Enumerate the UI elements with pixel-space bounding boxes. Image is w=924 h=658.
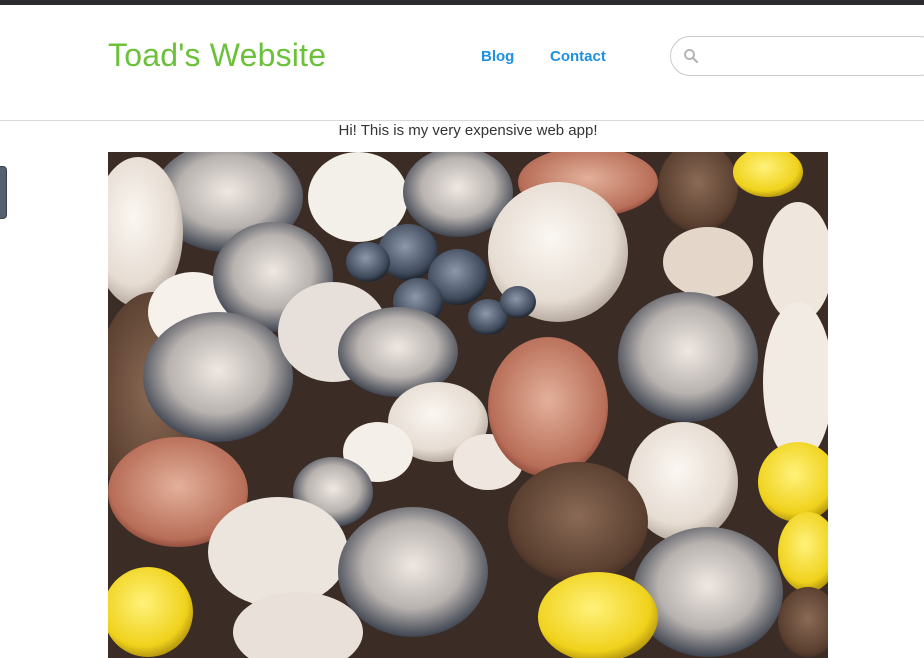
search-input[interactable] — [707, 43, 924, 71]
search-box[interactable] — [670, 36, 924, 76]
nav-blog-link[interactable]: Blog — [481, 48, 514, 65]
page-greeting: Hi! This is my very expensive web app! — [338, 122, 598, 139]
search-icon — [684, 49, 699, 64]
site-header: Toad's Website Blog Contact — [0, 5, 924, 121]
site-title-link[interactable]: Toad's Website — [108, 37, 326, 74]
nav-contact-link[interactable]: Contact — [550, 48, 606, 65]
mushroom-photo — [108, 152, 828, 658]
hero-image-mushrooms — [108, 152, 828, 658]
side-drawer-handle[interactable] — [0, 166, 7, 219]
